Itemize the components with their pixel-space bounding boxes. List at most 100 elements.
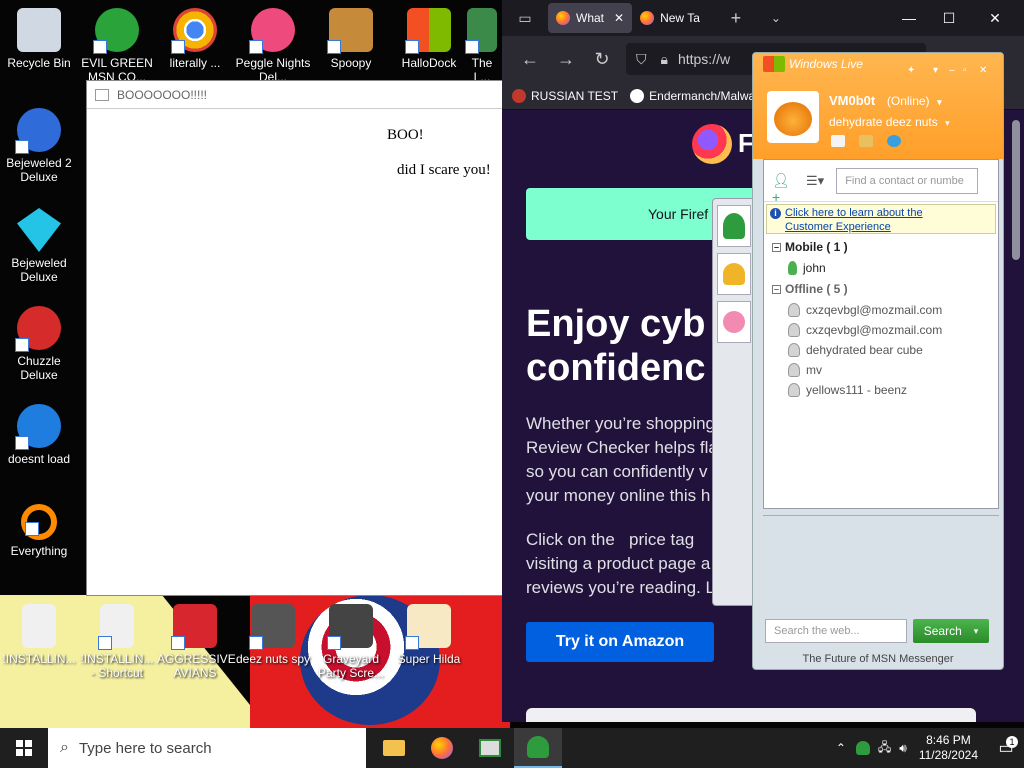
contact-3[interactable]: dehydrated bear cube — [764, 340, 998, 360]
collapse-icon[interactable]: – — [772, 284, 781, 294]
msn-minimize-icon[interactable]: – — [949, 65, 955, 76]
boo-text: BOO! — [387, 127, 424, 143]
personal-message-row[interactable]: dehydrate deez nuts ▾ — [829, 115, 950, 129]
close-icon[interactable]: ✕ — [972, 0, 1018, 36]
folder-icon[interactable] — [859, 135, 873, 147]
contact-label: john — [803, 261, 826, 275]
personal-message: dehydrate deez nuts — [829, 115, 938, 129]
notifications-button[interactable]: ▭ 1 — [988, 728, 1024, 768]
chevron-down-icon[interactable]: ▾ — [974, 626, 979, 637]
chevron-up-icon[interactable]: ⌃ — [836, 741, 846, 755]
page-scrollbar[interactable] — [1012, 120, 1020, 260]
desktop-icon-super-hilda[interactable]: Super Hilda — [391, 604, 467, 666]
bookmark-russian-test[interactable]: RUSSIAN TEST — [512, 88, 618, 103]
msn-alerts-tab[interactable] — [717, 253, 751, 295]
thunderbird-icon — [15, 404, 61, 450]
contact-list-panel: 👤︎+ ☰▾ Find a contact or numbe Click her… — [763, 159, 999, 509]
desktop-icon-label: Chuzzle Deluxe — [17, 354, 61, 382]
desktop-icon-evil-green-msn[interactable]: EVIL GREEN MSN CO... — [79, 8, 155, 84]
bookmark-endermanch[interactable]: Endermanch/Malwar — [630, 88, 760, 103]
desktop-icon-literally[interactable]: literally ... — [157, 8, 233, 70]
desktop-icon-peggle-nights[interactable]: Peggle Nights Del... — [235, 8, 311, 84]
tab-whats-new[interactable]: What ✕ — [548, 3, 633, 33]
contact-1[interactable]: cxzqevbgl@mozmail.com — [764, 300, 998, 320]
taskbar-firefox[interactable] — [418, 728, 466, 768]
user-name-row[interactable]: VM0b0t (Online) ▾ — [829, 93, 942, 108]
graveyard-icon — [327, 604, 373, 650]
info-line-2: Customer Experience — [785, 221, 891, 233]
spaces-icon[interactable] — [887, 135, 901, 147]
boo-window-titlebar[interactable]: BOOOOOOO!!!!! — [87, 81, 503, 109]
clock[interactable]: 8:46 PM 11/28/2024 — [919, 733, 978, 763]
taskbar-search-box[interactable]: ⌕ Type here to search — [48, 728, 366, 768]
desktop-icon-installing-shortcut[interactable]: !INSTALLIN... - Shortcut — [79, 604, 155, 680]
desktop-icon-hallodock[interactable]: HalloDock — [391, 8, 467, 70]
close-tab-icon[interactable]: ✕ — [614, 11, 624, 25]
find-contact-input[interactable]: Find a contact or numbe — [836, 167, 979, 194]
forward-icon[interactable]: → — [548, 49, 584, 70]
message-dropdown-icon[interactable]: ▾ — [945, 118, 950, 128]
reload-icon[interactable]: ↻ — [584, 49, 620, 70]
list-options-icon[interactable]: ☰▾ — [806, 173, 824, 189]
recycle-bin-icon — [17, 8, 61, 52]
desktop-icon-recycle-bin[interactable]: Recycle Bin — [1, 8, 77, 70]
desktop-icon-bejeweled[interactable]: Bejeweled Deluxe — [1, 208, 77, 284]
desktop-icon-doesnt-load[interactable]: doesnt load — [1, 404, 77, 466]
try-amazon-button[interactable]: Try it on Amazon — [526, 622, 714, 662]
add-contact-icon[interactable]: 👤︎+ — [772, 172, 794, 205]
new-tab-icon[interactable]: + — [716, 8, 756, 29]
peggle-icon — [249, 8, 295, 54]
desktop-icon-bejeweled-2[interactable]: Bejeweled 2 Deluxe — [1, 108, 77, 184]
maximize-icon[interactable]: ☐ — [926, 0, 972, 36]
status-dropdown-icon[interactable]: ▾ — [937, 97, 942, 107]
volume-icon[interactable]: 🔊︎ — [899, 741, 907, 756]
back-icon[interactable]: ← — [512, 49, 548, 70]
tab-new-tab[interactable]: New Ta — [632, 3, 708, 33]
desktop-icon-spoopy[interactable]: Spoopy — [313, 8, 389, 70]
desktop-icon-label: AGGRESSIVE AVIANS — [157, 652, 236, 680]
bookmark-label: Endermanch/Malwar — [649, 88, 760, 103]
collapse-icon[interactable]: – — [772, 242, 781, 252]
msn-menu-icon[interactable]: ▾ — [933, 65, 938, 76]
customer-experience-link[interactable]: Click here to learn about the Customer E… — [766, 204, 996, 234]
firefox-logo-icon — [692, 124, 732, 164]
chevron-down-icon[interactable]: ⌄ — [756, 11, 796, 25]
diamond-icon — [17, 208, 61, 252]
contact-john[interactable]: john — [764, 258, 998, 278]
group-offline[interactable]: – Offline ( 5 ) — [764, 278, 998, 300]
desktop-icon-label: Graveyard Party Scre... — [317, 652, 385, 680]
desktop-icon-chuzzle[interactable]: Chuzzle Deluxe — [1, 306, 77, 382]
desktop-icon-installing[interactable]: !INSTALLIN... — [1, 604, 77, 666]
msn-maximize-icon[interactable]: ▫ — [963, 65, 967, 76]
mail-icon[interactable] — [831, 135, 845, 147]
paragraph-2: Click on the price tag visiting a produc… — [526, 530, 715, 597]
desktop-icon-label: doesnt load — [7, 452, 71, 466]
msn-tray-icon[interactable] — [855, 741, 870, 755]
web-search-input[interactable]: Search the web... — [765, 619, 907, 643]
desktop-icon-graveyard-party[interactable]: Graveyard Party Scre... — [313, 604, 389, 680]
contact-4[interactable]: mv — [764, 360, 998, 380]
msn-close-icon[interactable]: ✕ — [979, 65, 987, 76]
avatar[interactable] — [767, 91, 819, 143]
search-button[interactable]: Search ▾ — [913, 619, 989, 643]
desktop-icon-everything[interactable]: Everything — [1, 504, 77, 558]
taskbar-window-app[interactable] — [466, 728, 514, 768]
desktop-icon-label: Bejeweled Deluxe — [11, 256, 67, 284]
msn-contacts-tab[interactable] — [717, 205, 751, 247]
tab-list-icon[interactable]: ▭ — [502, 10, 548, 27]
desktop-icon-the-l[interactable]: The L... — [462, 8, 502, 84]
contact-2[interactable]: cxzqevbgl@mozmail.com — [764, 320, 998, 340]
taskbar-file-explorer[interactable] — [370, 728, 418, 768]
buddy-icon — [723, 213, 745, 239]
bell-icon — [723, 263, 745, 285]
desktop-icon-deez-nuts-spy[interactable]: deez nuts spy — [235, 604, 311, 666]
desktop-icon-aggressive-avians[interactable]: AGGRESSIVE AVIANS — [157, 604, 236, 680]
start-button[interactable] — [0, 728, 48, 768]
msn-status-icon[interactable]: ✦ — [907, 65, 915, 76]
msn-spaces-tab[interactable] — [717, 301, 751, 343]
game-icon — [465, 8, 497, 54]
taskbar-msn[interactable] — [514, 728, 562, 768]
network-icon[interactable]: 🖧︎ — [878, 738, 891, 759]
contact-5[interactable]: yellows111 - beenz — [764, 380, 998, 400]
group-mobile[interactable]: – Mobile ( 1 ) — [764, 236, 998, 258]
